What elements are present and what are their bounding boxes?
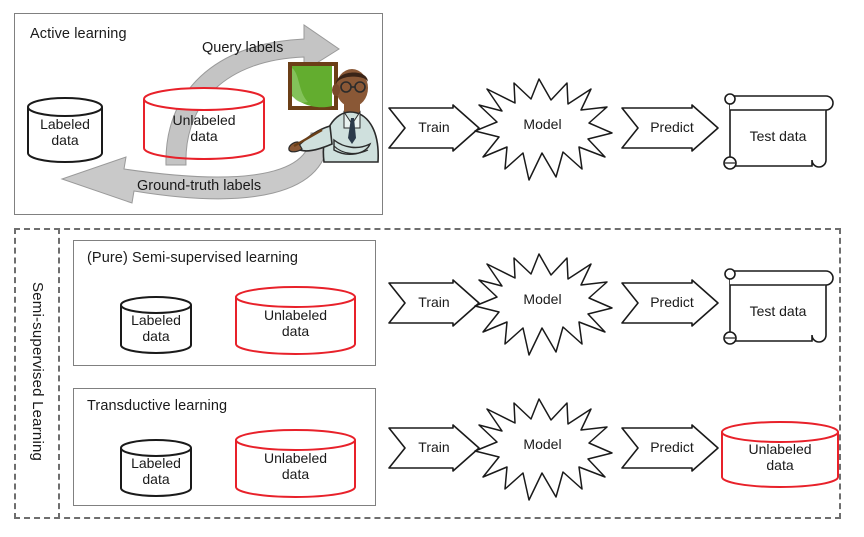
- al-unlabeled-data-label: Unlabeled data: [172, 112, 236, 144]
- al-model-label: Model: [523, 116, 562, 132]
- ground-truth-labels-label: Ground-truth labels: [137, 178, 262, 194]
- trans-model-label: Model: [523, 436, 562, 452]
- trans-labeled-data-label: Labeled data: [131, 455, 181, 487]
- trans-output-label: Unlabeled data: [748, 441, 812, 473]
- pss-train-label: Train: [418, 294, 450, 310]
- semi-supervised-vertical-label: Semi-supervised Learning: [29, 282, 46, 462]
- pss-predict-label: Predict: [650, 294, 694, 310]
- trans-train-label: Train: [418, 439, 450, 455]
- query-labels-label: Query labels: [202, 40, 284, 56]
- trans-unlabeled-data-label: Unlabeled data: [263, 450, 328, 482]
- transductive-title: Transductive learning: [87, 398, 228, 414]
- semi-supervised-label-divider: [58, 228, 60, 519]
- pure-semi-supervised-title: (Pure) Semi-supervised learning: [87, 250, 299, 266]
- trans-predict-label: Predict: [650, 439, 694, 455]
- pss-unlabeled-data-label: Unlabeled data: [263, 307, 328, 339]
- diagram-root: Active learning Query labels Ground-trut…: [0, 0, 864, 537]
- al-labeled-data-label: Labeled data: [40, 116, 90, 148]
- al-train-label: Train: [418, 119, 450, 135]
- al-predict-label: Predict: [650, 119, 694, 135]
- pss-model-label: Model: [523, 291, 562, 307]
- al-test-data-label: Test data: [749, 128, 807, 144]
- active-learning-title: Active learning: [30, 26, 127, 42]
- pss-labeled-data-label: Labeled data: [131, 312, 181, 344]
- pss-test-data-label: Test data: [749, 303, 807, 319]
